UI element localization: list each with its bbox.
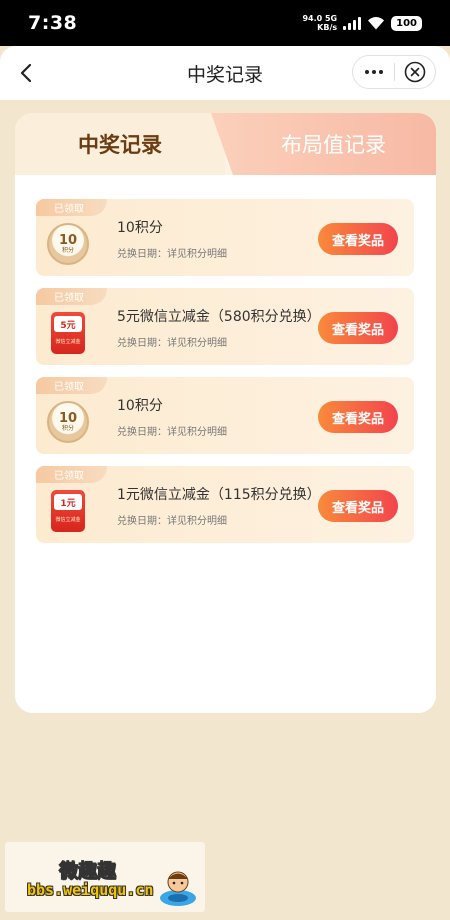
points-coin-icon: 10 积分 bbox=[47, 223, 91, 267]
watermark-title: 微趣趣 bbox=[58, 860, 117, 883]
watermark: 微趣趣 bbs.weiququ.cn bbox=[5, 842, 205, 912]
record-item: 已领取 10 积分 10积分 兑换日期：详见积分明细 查看奖品 bbox=[36, 377, 414, 454]
claimed-tag: 已领取 bbox=[36, 466, 107, 483]
redpacket-value: 5元 bbox=[54, 316, 82, 332]
view-prize-button[interactable]: 查看奖品 bbox=[318, 312, 398, 344]
redpacket-label: 微信立减金 bbox=[55, 517, 81, 523]
coin-value: 10 bbox=[58, 233, 78, 248]
redeem-date: 兑换日期：详见积分明细 bbox=[117, 427, 227, 438]
redpacket-value: 1元 bbox=[54, 494, 82, 510]
redeem-date: 兑换日期：详见积分明细 bbox=[117, 249, 227, 260]
mini-program-capsule bbox=[352, 55, 436, 89]
tab-layout-value-records[interactable]: 布局值记录 bbox=[211, 113, 436, 175]
claimed-tag: 已领取 bbox=[36, 288, 107, 305]
coin-unit: 积分 bbox=[61, 425, 74, 432]
record-item: 已领取 10 积分 10积分 兑换日期：详见积分明细 查看奖品 bbox=[36, 199, 414, 276]
redeem-date: 兑换日期：详见积分明细 bbox=[117, 516, 227, 527]
net-type: 5G bbox=[324, 14, 338, 23]
wechat-redpacket-icon: 1元 微信立减金 bbox=[47, 490, 91, 534]
view-prize-button[interactable]: 查看奖品 bbox=[318, 401, 398, 433]
coin-unit: 积分 bbox=[61, 247, 74, 254]
watermark-url: bbs.weiququ.cn bbox=[27, 881, 154, 899]
records-list: 已领取 10 积分 10积分 兑换日期：详见积分明细 查看奖品 已领取 5元 微… bbox=[15, 175, 436, 713]
view-prize-button[interactable]: 查看奖品 bbox=[318, 223, 398, 255]
close-circle-icon[interactable] bbox=[395, 56, 435, 88]
nav-bar: 中奖记录 bbox=[0, 46, 450, 100]
record-tabs: 中奖记录 布局值记录 bbox=[15, 113, 436, 175]
prize-title: 10积分 bbox=[117, 220, 163, 236]
signal-icon bbox=[343, 16, 362, 30]
status-time: 7:38 bbox=[28, 12, 78, 34]
wifi-icon bbox=[368, 17, 385, 30]
network-speed: 94.0 5G KB/s bbox=[302, 14, 337, 32]
records-panel: 中奖记录 布局值记录 已领取 10 积分 10积分 兑换日期：详见积分明细 查看… bbox=[15, 113, 436, 713]
net-speed-unit: KB/s bbox=[317, 23, 338, 32]
prize-title: 5元微信立减金（580积分兑换） bbox=[117, 309, 321, 325]
more-dots-icon[interactable] bbox=[353, 56, 394, 88]
record-item: 已领取 1元 微信立减金 1元微信立减金（115积分兑换） 兑换日期：详见积分明… bbox=[36, 466, 414, 543]
claimed-tag: 已领取 bbox=[36, 377, 107, 394]
prize-title: 1元微信立减金（115积分兑换） bbox=[117, 487, 321, 503]
points-coin-icon: 10 积分 bbox=[47, 401, 91, 445]
status-indicators: 94.0 5G KB/s 100 bbox=[302, 14, 422, 32]
coin-value: 10 bbox=[58, 411, 78, 426]
claimed-tag: 已领取 bbox=[36, 199, 107, 216]
view-prize-button[interactable]: 查看奖品 bbox=[318, 490, 398, 522]
status-bar: 7:38 94.0 5G KB/s 100 bbox=[0, 0, 450, 46]
record-item: 已领取 5元 微信立减金 5元微信立减金（580积分兑换） 兑换日期：详见积分明… bbox=[36, 288, 414, 365]
tab-prize-records[interactable]: 中奖记录 bbox=[15, 113, 225, 175]
net-speed-value: 94.0 bbox=[302, 14, 323, 23]
redeem-date: 兑换日期：详见积分明细 bbox=[117, 338, 227, 349]
battery-icon: 100 bbox=[391, 15, 422, 31]
mascot-icon bbox=[160, 871, 196, 906]
prize-title: 10积分 bbox=[117, 398, 163, 414]
wechat-redpacket-icon: 5元 微信立减金 bbox=[47, 312, 91, 356]
redpacket-label: 微信立减金 bbox=[55, 339, 81, 345]
